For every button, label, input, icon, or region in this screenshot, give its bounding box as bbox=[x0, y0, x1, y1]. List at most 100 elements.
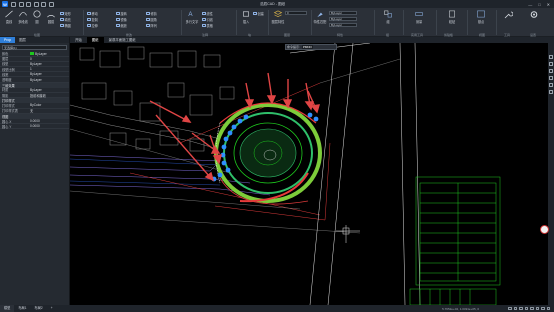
command-input[interactable]: PMNO bbox=[301, 44, 313, 49]
view-cube-icon[interactable] bbox=[549, 90, 553, 94]
mirror-icon bbox=[116, 17, 120, 22]
ribbon-separator bbox=[467, 10, 468, 35]
polyline-tool[interactable]: 多段线 bbox=[17, 10, 29, 24]
insert-block-tool[interactable]: 插入 bbox=[240, 10, 252, 24]
property-value[interactable]: 1 bbox=[30, 67, 69, 71]
stretch-tool[interactable]: 拉伸 bbox=[87, 23, 98, 28]
grid-toggle-icon[interactable] bbox=[508, 306, 512, 311]
tab-model[interactable]: 模型 bbox=[0, 305, 15, 312]
draw-group: 直线 多段线 圆 圆弧 矩形 填充 椭圆 绘图 bbox=[2, 8, 82, 37]
property-value-text: 0.0000 bbox=[30, 124, 40, 129]
osnap-toggle-icon[interactable] bbox=[530, 306, 534, 311]
circle-tool[interactable]: 圆 bbox=[31, 10, 43, 24]
drawing-canvas[interactable] bbox=[70, 43, 548, 305]
maximize-button[interactable]: □ bbox=[538, 2, 540, 7]
zoom-in-icon[interactable] bbox=[549, 55, 553, 59]
rotate-tool[interactable]: 旋转 bbox=[116, 11, 127, 16]
property-value[interactable]: 无 bbox=[30, 108, 69, 113]
fillet-tool[interactable]: 圆角 bbox=[146, 17, 157, 22]
property-row[interactable]: 圆心 Y 0.0000 bbox=[0, 124, 69, 130]
current-layer-combo[interactable]: 0 bbox=[285, 11, 307, 15]
property-value[interactable]: ByLayer bbox=[30, 88, 69, 92]
ruler-icon bbox=[415, 12, 423, 16]
copy-tool[interactable]: 复制 bbox=[87, 17, 98, 22]
print-icon[interactable] bbox=[33, 1, 39, 7]
hatch-tool[interactable]: 填充 bbox=[60, 17, 71, 22]
arc-tool[interactable]: 圆弧 bbox=[45, 10, 57, 24]
mtext-tool[interactable]: A 多行文字 bbox=[186, 10, 199, 24]
property-row[interactable]: 打印样式表 无 bbox=[0, 109, 69, 114]
mirror-tool[interactable]: 镜像 bbox=[116, 17, 127, 22]
close-button[interactable]: ✕ bbox=[547, 2, 550, 7]
trim-tool[interactable]: 修剪 bbox=[146, 11, 157, 16]
dimension-tool[interactable]: 线性 bbox=[202, 11, 213, 16]
green-building bbox=[409, 176, 501, 305]
tab-properties[interactable]: Prop bbox=[0, 37, 16, 43]
navigation-toolbar bbox=[548, 43, 554, 305]
tools-button[interactable] bbox=[502, 10, 514, 24]
line-tool[interactable]: 直线 bbox=[3, 10, 15, 24]
move-icon bbox=[87, 11, 91, 16]
rect-tool[interactable]: 矩形 bbox=[60, 11, 71, 16]
leader-tool[interactable]: 引线 bbox=[202, 17, 213, 22]
road-lines bbox=[70, 154, 271, 196]
new-file-icon[interactable] bbox=[11, 1, 16, 7]
property-value[interactable]: 投射和接收 bbox=[30, 93, 69, 98]
draw-group-title: 绘图 bbox=[34, 32, 41, 37]
pan-icon[interactable] bbox=[549, 69, 553, 73]
add-layout-button[interactable]: + bbox=[47, 305, 57, 312]
ortho-toggle-icon[interactable] bbox=[519, 306, 523, 311]
property-value[interactable]: ByLayer bbox=[30, 52, 69, 56]
tab-layout2[interactable]: 布局2 bbox=[31, 305, 47, 312]
create-block-tool[interactable]: 创建 bbox=[253, 11, 264, 16]
snap-toggle-icon[interactable] bbox=[513, 306, 517, 311]
move-tool[interactable]: 移动 bbox=[87, 11, 98, 16]
save-icon[interactable] bbox=[26, 1, 31, 7]
property-value-text: ByLayer bbox=[30, 87, 42, 92]
app-logo[interactable]: W bbox=[2, 1, 8, 7]
selection-dropdown[interactable]: 无选择(1) bbox=[2, 45, 67, 50]
ribbon-separator bbox=[236, 10, 237, 35]
redo-icon[interactable] bbox=[48, 1, 54, 7]
panel-tabs: Prop 图层 bbox=[0, 37, 69, 43]
property-value[interactable]: ByLayer bbox=[30, 78, 69, 82]
table-tool[interactable]: 表格 bbox=[202, 23, 213, 28]
settings-button[interactable] bbox=[528, 10, 540, 24]
polar-toggle-icon[interactable] bbox=[524, 306, 528, 311]
tab-layers[interactable]: 图层 bbox=[15, 37, 30, 43]
property-value[interactable]: 0.0000 bbox=[30, 119, 69, 123]
zoom-out-icon[interactable] bbox=[549, 62, 553, 66]
modify-group: 移动 复制 拉伸 旋转 镜像 缩放 修剪 圆角 阵列 修改 bbox=[86, 8, 178, 37]
layer-properties-tool[interactable]: 图层特性 bbox=[272, 10, 284, 24]
color-combo[interactable]: ByLayer bbox=[329, 11, 357, 15]
property-value-text: ByLayer bbox=[30, 72, 42, 77]
ellipse-tool[interactable]: 椭圆 bbox=[60, 23, 71, 28]
lineweight-combo[interactable]: ByLayer bbox=[329, 23, 357, 27]
workspace-icon[interactable] bbox=[541, 306, 545, 311]
group-tool[interactable]: 组 bbox=[382, 10, 394, 24]
match-properties-tool[interactable]: 特性匹配 bbox=[314, 10, 326, 24]
lineweight-toggle-icon[interactable] bbox=[535, 306, 539, 311]
property-value[interactable]: 0 bbox=[30, 57, 69, 61]
property-value[interactable]: 0.0000 bbox=[30, 124, 69, 128]
title-bar: W 浩辰CAD - 图纸 — □ ✕ bbox=[0, 0, 554, 8]
minimize-button[interactable]: — bbox=[528, 2, 532, 7]
base-view-tool[interactable]: 基点 bbox=[475, 10, 487, 24]
zoom-extents-icon[interactable] bbox=[549, 83, 553, 87]
paste-tool[interactable]: 粘贴 bbox=[446, 10, 458, 24]
linetype-combo[interactable]: ByLayer bbox=[329, 17, 357, 21]
property-value[interactable]: ByLayer bbox=[30, 72, 69, 76]
measure-tool[interactable]: 测量 bbox=[413, 10, 425, 24]
property-value[interactable]: ByColor bbox=[30, 103, 69, 107]
array-tool[interactable]: 阵列 bbox=[146, 23, 157, 28]
undo-icon[interactable] bbox=[41, 1, 46, 7]
command-line[interactable]: 命令提示: PMNO bbox=[285, 44, 337, 50]
fullscreen-icon[interactable] bbox=[546, 306, 550, 311]
property-value[interactable]: ByLayer bbox=[30, 62, 69, 66]
open-file-icon[interactable] bbox=[18, 1, 24, 7]
scale-tool[interactable]: 缩放 bbox=[116, 23, 127, 28]
settings-group: 设置 bbox=[522, 8, 548, 37]
avatar[interactable] bbox=[540, 225, 549, 234]
orbit-icon[interactable] bbox=[549, 76, 553, 80]
tab-layout1[interactable]: 布局1 bbox=[14, 305, 30, 312]
